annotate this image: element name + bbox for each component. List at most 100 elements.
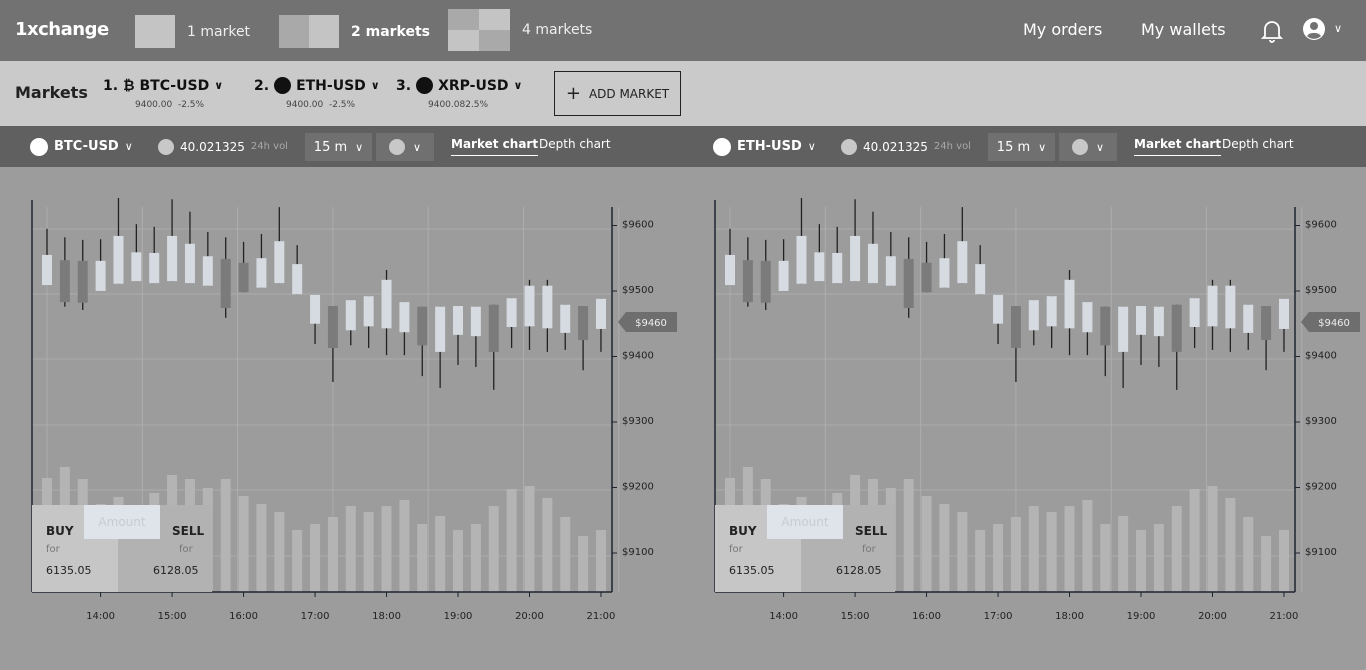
amount-input[interactable]: Amount [84, 505, 160, 539]
current-price-label: $9460 [635, 318, 667, 329]
candle-body [993, 294, 1004, 324]
volume-bar [506, 489, 517, 592]
candle-body [1171, 304, 1182, 352]
market-price: 9400.00 [286, 100, 324, 110]
market-item-eth[interactable]: 2. ETH-USD ∨ 9400.00 -2.5% [254, 77, 380, 110]
indicator-icon [388, 139, 405, 155]
market-index: 2. [254, 77, 270, 94]
candle-body [760, 260, 771, 303]
y-tick-label: $9500 [1305, 285, 1337, 296]
volume-bar [1225, 498, 1236, 592]
tab-market-chart[interactable]: Market chart [1134, 137, 1222, 156]
volume-bar [1207, 486, 1218, 592]
candle-body [921, 262, 932, 293]
candle-body [1064, 279, 1075, 329]
chevron-down-icon[interactable]: ∨ [371, 79, 380, 92]
app-logo[interactable]: 1xchange [15, 19, 109, 40]
volume-bar [975, 530, 986, 592]
volume-bar [1278, 530, 1289, 592]
y-tick-label: $9300 [622, 416, 654, 427]
volume-bar [310, 524, 321, 592]
candle-body [832, 252, 843, 284]
candle-body [149, 252, 160, 284]
market-item-btc[interactable]: 1. ₿ BTC-USD ∨ 9400.00 -2.5% [103, 77, 223, 111]
x-tick-label: 20:00 [1198, 611, 1227, 622]
sell-price: 6128.05 [153, 564, 199, 577]
volume-bar [578, 536, 589, 592]
y-tick-label: $9300 [1305, 416, 1337, 427]
volume-bar [1153, 524, 1164, 592]
tab-market-chart[interactable]: Market chart [451, 137, 539, 156]
market-change: -2.5% [328, 100, 356, 110]
candle-body [167, 235, 178, 282]
candle-body [595, 298, 606, 329]
x-tick-label: 14:00 [86, 611, 115, 622]
candle-body [778, 260, 789, 291]
top-bar: 1xchange 1 market 2 markets 4 markets My… [0, 0, 1366, 61]
chart-header: ETH-USD ∨ 40.021325 24h vol 15 m ∨ ∨ Market… [683, 126, 1366, 167]
volume-bar [1064, 506, 1075, 592]
user-circle-icon[interactable] [1302, 17, 1326, 41]
market-item-xrp[interactable]: 3. XRP-USD ∨ 9400.082.5% [396, 77, 522, 110]
candle-body [1100, 306, 1111, 346]
bell-icon[interactable] [1261, 19, 1283, 43]
x-tick-label: 19:00 [444, 611, 473, 622]
tab-depth-chart[interactable]: Depth chart [539, 137, 611, 151]
volume-bar [1171, 506, 1182, 592]
volume-info: 40.021325 24h vol [158, 126, 288, 167]
tab-depth-chart[interactable]: Depth chart [1222, 137, 1294, 151]
chevron-down-icon: ∨ [1095, 140, 1105, 154]
candle-body [560, 304, 571, 333]
layout-label: 4 markets [522, 22, 593, 38]
candle-body [238, 262, 249, 293]
my-wallets-link[interactable]: My wallets [1141, 20, 1226, 39]
layout-2-markets[interactable]: 2 markets [279, 13, 430, 50]
candle-body [1028, 300, 1039, 331]
volume-bar [1010, 517, 1021, 592]
chevron-down-icon[interactable]: ∨ [1334, 22, 1342, 35]
chevron-down-icon[interactable]: ∨ [214, 79, 223, 92]
current-price-label: $9460 [1318, 318, 1350, 329]
candle-body [542, 285, 553, 329]
chevron-down-icon: ∨ [1038, 140, 1047, 154]
market-pair: BTC-USD [139, 77, 210, 94]
volume-bar [993, 524, 1004, 592]
y-tick-label: $9100 [1305, 547, 1337, 558]
x-tick-label: 18:00 [1055, 611, 1084, 622]
sell-label: SELL [172, 524, 205, 538]
layout-1-market[interactable]: 1 market [135, 13, 250, 50]
market-change: 2.5% [465, 100, 489, 110]
buy-label: BUY [46, 524, 74, 538]
buy-label: BUY [729, 524, 757, 538]
candle-body [725, 254, 735, 286]
sell-price: 6128.05 [836, 564, 882, 577]
candlestick-chart[interactable]: $9600 $9500 $9400 $9300 $9200 $9100 14:00 15:00… [683, 167, 1366, 670]
candle-body [220, 258, 231, 308]
candlestick-chart[interactable]: $9600 $9500 $9400 $9300 $9200 $9100 14:00 15:00… [0, 167, 683, 670]
indicator-select[interactable]: ∨ [376, 133, 434, 161]
volume-bar [1082, 500, 1093, 592]
indicator-select[interactable]: ∨ [1059, 133, 1117, 161]
add-market-label: ADD MARKET [588, 86, 670, 101]
volume-bar [1028, 506, 1039, 592]
amount-input[interactable]: Amount [767, 505, 843, 539]
x-tick-label: 14:00 [769, 611, 798, 622]
interval-select[interactable]: 15 m ∨ [305, 133, 372, 161]
candle-body [1243, 304, 1254, 333]
candle-body [1225, 285, 1236, 329]
candle-body [885, 256, 896, 286]
chevron-down-icon[interactable]: ∨ [514, 79, 523, 92]
layout-4-markets[interactable]: 4 markets [448, 9, 592, 51]
coin-icon [713, 137, 731, 156]
candle-body [42, 254, 52, 286]
market-pair: ETH-USD [296, 77, 366, 94]
candle-body [1010, 306, 1021, 348]
interval-select[interactable]: 15 m ∨ [988, 133, 1055, 161]
buy-for-label: for [46, 544, 60, 555]
pair-selector[interactable]: ETH-USD ∨ [713, 126, 816, 167]
buy-price: 6135.05 [729, 564, 775, 577]
add-market-button[interactable]: + ADD MARKET [554, 71, 681, 116]
pair-selector[interactable]: BTC-USD ∨ [30, 126, 133, 167]
my-orders-link[interactable]: My orders [1023, 20, 1102, 39]
candle-body [202, 256, 213, 286]
